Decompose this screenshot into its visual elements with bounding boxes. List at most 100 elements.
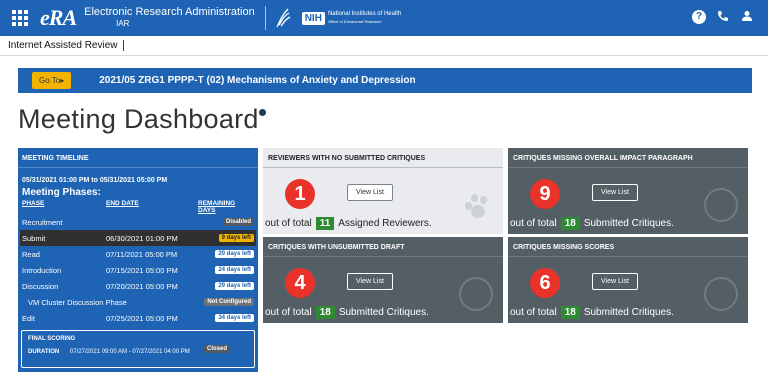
count-badge: 18 (315, 306, 335, 319)
view-list-button[interactable]: View List (347, 184, 393, 201)
nih-name: National Institutes of Health Office of … (328, 11, 401, 25)
globe-watermark-icon (704, 188, 738, 222)
footer-suffix: Assigned Reviewers. (338, 218, 432, 229)
card-title: REVIEWERS WITH NO SUBMITTED CRITIQUES (263, 148, 503, 168)
phase-name: Introduction (22, 265, 62, 275)
apps-grid-icon[interactable] (8, 6, 32, 30)
col-end-date: END DATE (106, 200, 139, 207)
sub-navigation: Internet Assisted Review (0, 36, 768, 56)
page-title-text: Meeting Dashboard (18, 104, 259, 134)
card-number: 6 (530, 268, 560, 298)
card-title: CRITIQUES MISSING OVERALL IMPACT PARAGRA… (508, 148, 748, 168)
timeline-columns: PHASE END DATE REMAINING DAYS (18, 198, 258, 214)
view-list-button[interactable]: View List (347, 273, 393, 290)
remaining-days-badge: Not Configured (204, 298, 254, 306)
card-number: 1 (285, 179, 315, 209)
timeline-row: VM Cluster Discussion Phase Not Configure… (18, 294, 258, 310)
hhs-eagle-icon (276, 8, 291, 28)
meeting-bar: Go To▸ 2021/05 ZRG1 PPPP-T (02) Mechanis… (18, 68, 752, 93)
final-scoring-inner: FINAL SCORING Closed DURATION 07/27/2021… (22, 331, 254, 367)
card-number: 9 (530, 179, 560, 209)
card-number: 4 (285, 268, 315, 298)
timeline-row: Edit 07/25/2021 05:00 PM 34 days left (18, 310, 258, 326)
nih-name-text: National Institutes of Health (327, 11, 402, 17)
remaining-days-badge: Disabled (222, 218, 254, 226)
card-title: CRITIQUES WITH UNSUBMITTED DRAFT (263, 237, 503, 257)
user-icon[interactable] (740, 10, 754, 24)
duration-label: DURATION (28, 349, 60, 355)
globe-watermark-icon (704, 277, 738, 311)
phase-name: Edit (22, 313, 35, 323)
phase-name: VM Cluster Discussion Phase (28, 297, 127, 307)
count-badge: 18 (560, 306, 580, 319)
col-remaining-days: REMAINING DAYS (198, 200, 236, 214)
footer-prefix: out of total (265, 218, 312, 229)
app-title-text: Electronic Research Administration (84, 6, 255, 18)
card-missing-scores: CRITIQUES MISSING SCORES 6 View List out… (508, 237, 748, 323)
paw-watermark-icon (461, 190, 491, 220)
timeline-row: Introduction 07/15/2021 05:00 PM 24 days l… (18, 262, 258, 278)
nav-internet-assisted-review[interactable]: Internet Assisted Review (8, 40, 124, 51)
header-divider (264, 6, 266, 30)
app-title: Electronic Research Administration IAR (84, 6, 255, 30)
page-title: Meeting Dashboard (18, 104, 266, 135)
card-footer: out of total 18 Submitted Critiques. (265, 306, 429, 319)
nih-logo: NIH (301, 11, 325, 25)
final-scoring-label: FINAL SCORING (28, 336, 76, 342)
card-title: CRITIQUES MISSING SCORES (508, 237, 748, 257)
phase-name: Recruitment (22, 217, 63, 227)
phase-end-date: 07/15/2021 05:00 PM (106, 265, 178, 275)
col-phase: PHASE (22, 200, 45, 207)
timeline-rows: Recruitment Disabled Submit 06/30/2021 01:0… (18, 214, 258, 326)
timeline-header: MEETING TIMELINE (18, 148, 258, 168)
app-subtitle: IAR (116, 19, 130, 28)
footer-prefix: out of total (265, 307, 312, 318)
phase-name: Discussion (22, 281, 59, 291)
header-icons: ? (692, 10, 754, 24)
footer-suffix: Submitted Critiques. (583, 307, 674, 318)
phases-title: Meeting Phases: (22, 187, 101, 198)
info-icon[interactable] (258, 109, 266, 116)
phase-end-date: 07/25/2021 05:00 PM (106, 313, 178, 323)
footer-suffix: Submitted Critiques. (583, 218, 674, 229)
count-badge: 18 (560, 217, 580, 230)
phone-icon[interactable] (716, 10, 730, 24)
footer-suffix: Submitted Critiques. (338, 307, 429, 318)
remaining-days-badge: 34 days left (215, 314, 254, 322)
card-footer: out of total 11 Assigned Reviewers. (265, 217, 432, 230)
final-scoring-status-badge: Closed (204, 345, 231, 353)
card-unsubmitted-draft: CRITIQUES WITH UNSUBMITTED DRAFT 4 View … (263, 237, 503, 323)
timeline-row: Submit 06/30/2021 01:00 PM 9 days left (20, 230, 256, 246)
goto-button[interactable]: Go To▸ (32, 72, 72, 89)
phase-name: Submit (22, 233, 46, 243)
duration-value: 07/27/2021 09:00 AM - 07/27/2021 04:00 P… (70, 349, 190, 355)
phase-end-date: 06/30/2021 01:00 PM (106, 233, 178, 243)
help-icon[interactable]: ? (692, 10, 706, 24)
meeting-timeline-panel: MEETING TIMELINE 05/31/2021 01:00 PM to … (18, 148, 258, 372)
final-scoring-box: FINAL SCORING Closed DURATION 07/27/2021… (21, 330, 255, 368)
card-reviewers-no-critiques: REVIEWERS WITH NO SUBMITTED CRITIQUES 1 … (263, 148, 503, 234)
timeline-row: Read 07/11/2021 05:00 PM 20 days left (18, 246, 258, 262)
phase-end-date: 07/20/2021 05:00 PM (106, 281, 178, 291)
nih-sub-text: Office of Extramural Research (327, 19, 382, 24)
card-missing-impact: CRITIQUES MISSING OVERALL IMPACT PARAGRA… (508, 148, 748, 234)
view-list-button[interactable]: View List (592, 273, 638, 290)
card-footer: out of total 18 Submitted Critiques. (510, 306, 674, 319)
globe-watermark-icon (459, 277, 493, 311)
phase-name: Read (22, 249, 40, 259)
phase-end-date: 07/11/2021 05:00 PM (106, 249, 178, 259)
footer-prefix: out of total (510, 218, 557, 229)
card-footer: out of total 18 Submitted Critiques. (510, 217, 674, 230)
remaining-days-badge: 24 days left (215, 266, 254, 274)
remaining-days-badge: 20 days left (215, 250, 254, 258)
footer-prefix: out of total (510, 307, 557, 318)
timeline-date-range: 05/31/2021 01:00 PM to 05/31/2021 05:00 … (22, 177, 168, 184)
view-list-button[interactable]: View List (592, 184, 638, 201)
meeting-title: 2021/05 ZRG1 PPPP-T (02) Mechanisms of A… (99, 75, 416, 86)
timeline-row: Discussion 07/20/2021 05:00 PM 29 days lef… (18, 278, 258, 294)
remaining-days-badge: 29 days left (215, 282, 254, 290)
era-logo: eRA (40, 5, 77, 30)
count-badge: 11 (315, 217, 335, 230)
timeline-row: Recruitment Disabled (18, 214, 258, 230)
top-header: eRA Electronic Research Administration I… (0, 0, 768, 36)
